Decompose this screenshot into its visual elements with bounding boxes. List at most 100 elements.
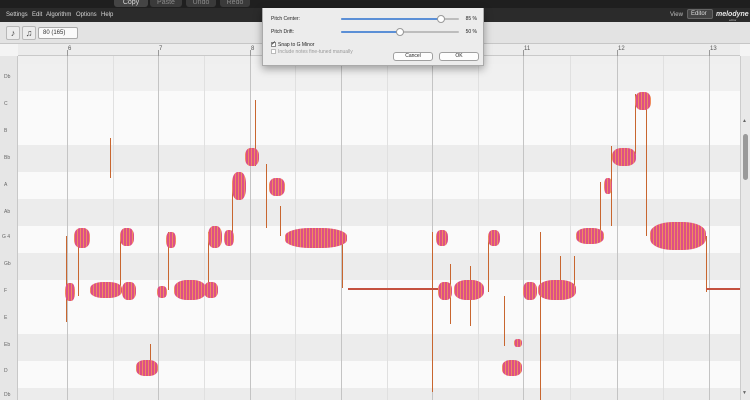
- note-blob[interactable]: [635, 92, 651, 110]
- pitch-label: D: [4, 368, 8, 374]
- note-blob[interactable]: [650, 222, 706, 250]
- paste-button[interactable]: Paste: [150, 0, 182, 7]
- pitch-label: C: [4, 101, 8, 107]
- menu-help[interactable]: Help: [101, 12, 113, 18]
- pitch-center-slider[interactable]: [341, 15, 459, 23]
- pitch-curve: [540, 232, 541, 400]
- pitch-curve: [504, 296, 505, 346]
- beat-line: [113, 56, 114, 400]
- beat-line: [387, 56, 388, 400]
- bar-line: [158, 56, 159, 400]
- view-select[interactable]: Editor: [687, 9, 713, 19]
- include-checkbox[interactable]: [271, 49, 276, 54]
- note-blob[interactable]: [224, 230, 234, 246]
- pitch-label: Db: [4, 74, 11, 80]
- pitch-label: F: [4, 288, 8, 294]
- beat-line: [570, 56, 571, 400]
- cancel-button[interactable]: Cancel: [393, 52, 433, 61]
- bar-line: [250, 56, 251, 400]
- bar-line: [67, 56, 68, 400]
- menu-settings[interactable]: Settings: [6, 12, 28, 18]
- beat-line: [478, 56, 479, 400]
- scroll-thumb[interactable]: [743, 134, 748, 180]
- bar-number: 12: [618, 46, 625, 52]
- pitch-row: [18, 361, 740, 388]
- pitch-row: [18, 334, 740, 361]
- vertical-scrollbar[interactable]: ▲ ▼: [740, 56, 750, 400]
- menu-algorithm[interactable]: Algorithm: [46, 12, 71, 18]
- pitch-label: Gb: [4, 261, 11, 267]
- note-blob[interactable]: [604, 178, 612, 194]
- snap-label: Snap to G Minor: [278, 42, 315, 48]
- pitch-center-label: Pitch Center:: [271, 16, 300, 22]
- pitch-label: B: [4, 128, 8, 134]
- note-blob[interactable]: [174, 280, 206, 300]
- tuning-fork-icon[interactable]: ♪: [6, 26, 20, 40]
- note-blob[interactable]: [65, 283, 75, 301]
- note-blob[interactable]: [120, 228, 134, 246]
- bar-number: 6: [68, 46, 72, 52]
- brand-logo: melodyne: [716, 11, 749, 18]
- slider-knob[interactable]: [396, 28, 404, 36]
- undo-button[interactable]: Undo: [186, 0, 216, 7]
- scroll-down-icon[interactable]: ▼: [742, 390, 747, 396]
- pitch-row: [18, 388, 740, 400]
- tempo-field[interactable]: 80 (165): [38, 27, 78, 39]
- note-blob[interactable]: [523, 282, 537, 300]
- snap-checkbox[interactable]: [271, 40, 276, 47]
- beat-line: [204, 56, 205, 400]
- copy-button[interactable]: Copy: [114, 0, 148, 7]
- note-tool-icon[interactable]: ♫: [22, 26, 36, 40]
- pitch-drift-slider[interactable]: [341, 28, 459, 36]
- bar-number: 8: [251, 46, 255, 52]
- view-label: View: [670, 12, 683, 18]
- note-blob[interactable]: [438, 282, 452, 300]
- pitch-curve: [706, 236, 707, 292]
- note-blob[interactable]: [136, 360, 158, 376]
- note-blob[interactable]: [208, 226, 222, 248]
- menu-options[interactable]: Options: [76, 12, 97, 18]
- note-blob[interactable]: [269, 178, 285, 196]
- redo-button[interactable]: Redo: [220, 0, 250, 7]
- ok-button[interactable]: OK: [439, 52, 479, 61]
- pitch-row: [18, 199, 740, 226]
- pitch-row: [18, 307, 740, 334]
- note-blob[interactable]: [74, 228, 90, 248]
- pitch-axis[interactable]: Db C B Bb A Ab G 4 Gb F E Eb D Db: [0, 56, 18, 400]
- note-blob[interactable]: [576, 228, 604, 244]
- note-blob[interactable]: [122, 282, 136, 300]
- note-blob[interactable]: [488, 230, 500, 246]
- note-blob[interactable]: [157, 286, 167, 298]
- pitch-curve: [266, 164, 267, 228]
- pitch-curve: [66, 236, 67, 322]
- pitch-curve: [646, 106, 647, 236]
- menu-edit[interactable]: Edit: [32, 12, 42, 18]
- pitch-center-value: 85 %: [465, 16, 477, 22]
- slider-knob[interactable]: [437, 15, 446, 23]
- slider-fill: [341, 18, 442, 20]
- note-blob[interactable]: [612, 148, 636, 166]
- scroll-up-icon[interactable]: ▲: [742, 118, 747, 124]
- note-editor[interactable]: [18, 56, 740, 400]
- pitch-label: G 4: [2, 234, 11, 240]
- note-blob[interactable]: [166, 232, 176, 248]
- note-blob[interactable]: [232, 172, 246, 200]
- bar-number: 13: [710, 46, 717, 52]
- note-blob[interactable]: [285, 228, 347, 248]
- pitch-label: E: [4, 315, 8, 321]
- note-blob[interactable]: [436, 230, 448, 246]
- note-blob[interactable]: [514, 339, 522, 347]
- pitch-row: [18, 253, 740, 280]
- note-blob[interactable]: [245, 148, 259, 166]
- pitch-curve: [600, 182, 601, 234]
- pitch-label: Bb: [4, 155, 11, 161]
- pitch-label: Ab: [4, 209, 11, 215]
- note-blob[interactable]: [454, 280, 484, 300]
- pitch-drift-value: 50 %: [465, 29, 477, 35]
- note-blob[interactable]: [204, 282, 218, 298]
- note-blob[interactable]: [90, 282, 122, 298]
- pitch-label: A: [4, 182, 8, 188]
- note-blob[interactable]: [502, 360, 522, 376]
- note-blob[interactable]: [538, 280, 576, 300]
- pitch-drift-label: Pitch Drift:: [271, 29, 295, 35]
